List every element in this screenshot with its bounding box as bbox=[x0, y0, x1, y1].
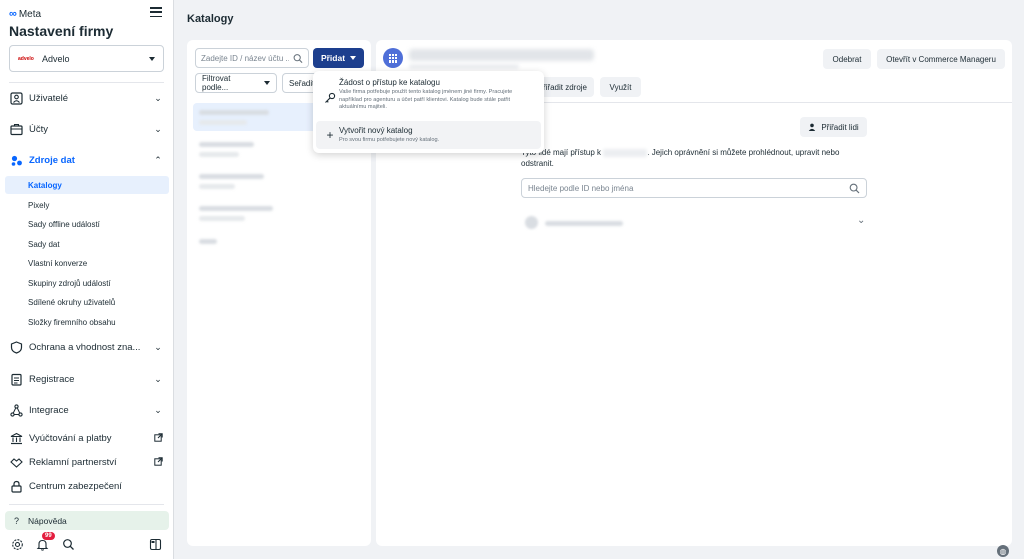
business-name: Advelo bbox=[42, 53, 70, 64]
sidebar-item-brand-safety[interactable]: Ochrana a vhodnost zna... ⌄ bbox=[9, 337, 164, 357]
divider bbox=[9, 504, 164, 505]
remove-button[interactable]: Odebrat bbox=[823, 49, 871, 69]
sidebar-item-accounts[interactable]: Účty ⌄ bbox=[9, 119, 164, 139]
catalog-grid-icon bbox=[383, 48, 403, 68]
catalog-name bbox=[409, 49, 594, 61]
external-link-icon bbox=[152, 456, 164, 468]
people-search[interactable] bbox=[521, 178, 867, 198]
menu-icon[interactable] bbox=[150, 7, 162, 17]
permissions-description: Tyto lidé mají přístup k . Jejich oprávn… bbox=[521, 148, 840, 168]
sidebar-item-registrations[interactable]: Registrace ⌄ bbox=[9, 369, 164, 389]
assign-sources-button[interactable]: řiřadit zdroje bbox=[536, 77, 594, 97]
caret-down-icon bbox=[350, 56, 357, 60]
handshake-icon bbox=[9, 455, 23, 469]
bank-icon bbox=[9, 431, 23, 445]
help-button[interactable]: ? Nápověda bbox=[5, 511, 169, 530]
sidebar-footer: 99 bbox=[9, 532, 164, 554]
sidebar-item-users[interactable]: Uživatelé ⌄ bbox=[9, 88, 164, 108]
users-icon bbox=[9, 91, 23, 105]
search-icon bbox=[293, 53, 303, 63]
meta-infinity-icon: ∞ bbox=[9, 8, 17, 20]
catalog-name bbox=[603, 148, 648, 157]
chevron-up-icon: ⌃ bbox=[154, 154, 162, 165]
page-title: Katalogy bbox=[187, 13, 234, 25]
catalog-id bbox=[409, 64, 519, 69]
data-sources-icon bbox=[9, 153, 23, 167]
sidebar-subitem-catalogs[interactable]: Katalogy bbox=[5, 176, 169, 194]
shield-icon bbox=[9, 340, 23, 354]
search-icon[interactable] bbox=[60, 536, 76, 552]
list-item[interactable] bbox=[193, 199, 365, 227]
add-button[interactable]: Přidat bbox=[313, 48, 364, 68]
person-row[interactable]: ⌄ bbox=[521, 212, 867, 234]
sidebar-item-integrations[interactable]: Integrace ⌄ bbox=[9, 400, 164, 420]
chevron-down-icon: ⌄ bbox=[154, 373, 162, 384]
people-search-input[interactable] bbox=[528, 183, 849, 193]
list-item[interactable] bbox=[193, 231, 365, 259]
sidebar: ∞ Meta Nastavení firmy advelo Advelo Uži… bbox=[0, 0, 174, 559]
notification-count-badge: 99 bbox=[42, 532, 55, 540]
sidebar-subitem-offline-event-sets[interactable]: Sady offline událostí bbox=[5, 215, 169, 233]
create-new-catalog-option[interactable]: + Vytvořit nový katalog Pro svou firmu p… bbox=[316, 121, 541, 149]
sidebar-item-partnerships[interactable]: Reklamní partnerství bbox=[9, 452, 164, 472]
sidebar-subitem-shared-audiences[interactable]: Sdílené okruhy uživatelů bbox=[5, 293, 169, 311]
lock-icon bbox=[9, 479, 23, 493]
assign-people-button[interactable]: Přiřadit lidi bbox=[800, 117, 867, 137]
briefcase-icon bbox=[9, 122, 23, 136]
person-add-icon bbox=[809, 123, 816, 131]
divider bbox=[9, 82, 164, 83]
question-icon: ? bbox=[14, 515, 20, 526]
list-item[interactable] bbox=[193, 167, 365, 195]
sidebar-subitem-datasets[interactable]: Sady dat bbox=[5, 235, 169, 253]
avatar bbox=[525, 216, 538, 229]
sidebar-subitem-event-source-groups[interactable]: Skupiny zdrojů událostí bbox=[5, 274, 169, 292]
chevron-down-icon: ⌄ bbox=[154, 123, 162, 134]
chevron-down-icon: ⌄ bbox=[154, 404, 162, 415]
chevron-down-icon[interactable]: ⌄ bbox=[857, 215, 865, 226]
filter-dropdown[interactable]: Filtrovat podle... bbox=[195, 73, 277, 93]
external-link-icon bbox=[152, 432, 164, 444]
notifications-icon[interactable]: 99 bbox=[34, 532, 55, 552]
search-icon bbox=[849, 183, 860, 193]
settings-icon[interactable] bbox=[9, 536, 25, 552]
use-button[interactable]: Využít bbox=[600, 77, 641, 97]
catalog-search-input[interactable] bbox=[201, 53, 289, 63]
sidebar-subitem-pixels[interactable]: Pixely bbox=[5, 196, 169, 214]
toggle-panel-icon[interactable] bbox=[147, 536, 163, 552]
sidebar-subitem-custom-conversions[interactable]: Vlastní konverze bbox=[5, 254, 169, 272]
language-globe-icon[interactable]: ◍ bbox=[997, 545, 1009, 557]
sidebar-item-billing[interactable]: Vyúčtování a platby bbox=[9, 428, 164, 448]
clipboard-icon bbox=[9, 372, 23, 386]
plus-icon: + bbox=[326, 128, 334, 142]
integration-icon bbox=[9, 403, 23, 417]
business-settings-title: Nastavení firmy bbox=[9, 23, 114, 39]
sidebar-item-security-center[interactable]: Centrum zabezpečení bbox=[9, 476, 164, 496]
sidebar-item-data-sources[interactable]: Zdroje dat ⌃ bbox=[9, 150, 164, 170]
request-catalog-access-option[interactable]: Žádost o přístup ke katalogu Vaše firma … bbox=[316, 74, 541, 119]
chevron-down-icon: ⌄ bbox=[154, 92, 162, 103]
key-icon bbox=[324, 92, 336, 104]
caret-down-icon bbox=[264, 81, 270, 85]
add-dropdown-menu: Žádost o přístup ke katalogu Vaše firma … bbox=[313, 71, 544, 153]
caret-down-icon bbox=[149, 56, 155, 61]
meta-logo[interactable]: ∞ Meta bbox=[9, 8, 41, 20]
sidebar-subitem-business-asset-folders[interactable]: Složky firemního obsahu bbox=[5, 313, 169, 331]
business-logo: advelo bbox=[18, 55, 34, 62]
catalog-search[interactable] bbox=[195, 48, 309, 68]
open-commerce-manager-button[interactable]: Otevřít v Commerce Manageru bbox=[877, 49, 1005, 69]
business-selector[interactable]: advelo Advelo bbox=[9, 45, 164, 72]
chevron-down-icon: ⌄ bbox=[154, 341, 162, 352]
